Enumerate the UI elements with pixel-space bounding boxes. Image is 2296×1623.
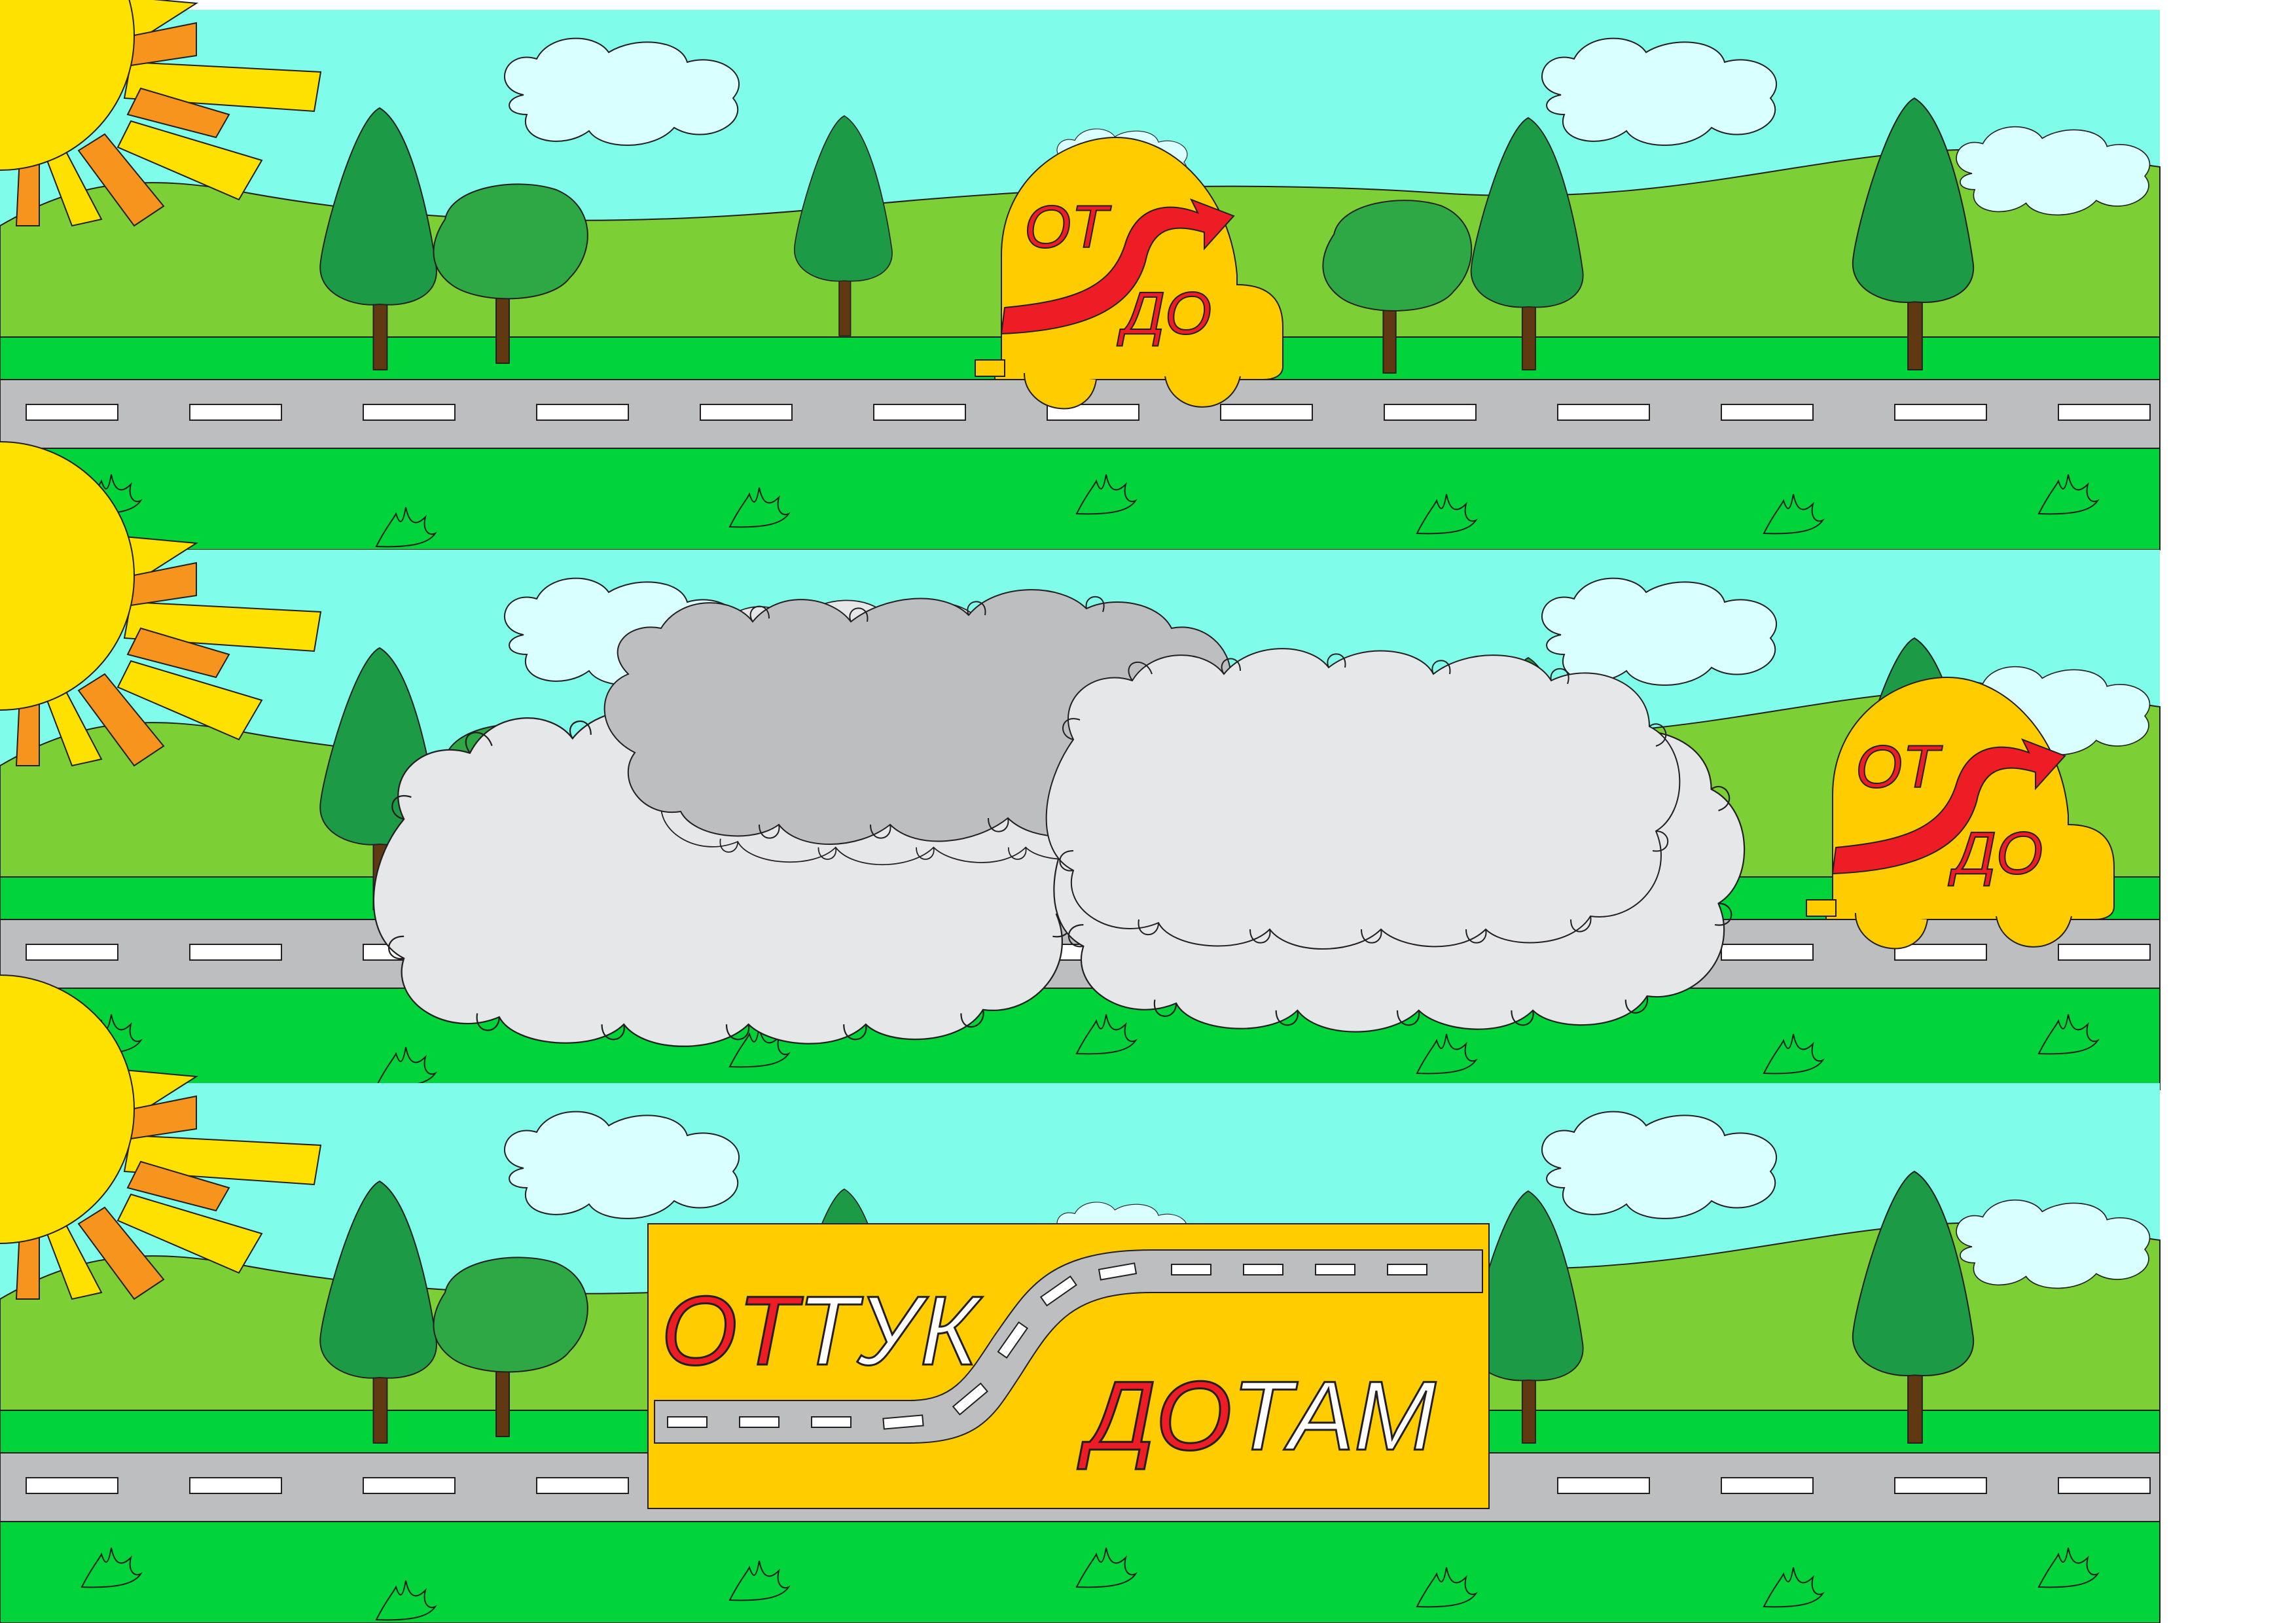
sign-to-red: ДО	[1077, 1361, 1232, 1471]
sign-from-rest: ТУК	[797, 1275, 983, 1385]
car-logo-from: ОТ	[1024, 194, 1112, 260]
sign-from-word: ОТТУК	[661, 1275, 983, 1385]
car-logo-from: ОТ	[1856, 734, 1943, 800]
sign-to-word: ДОТАМ	[1077, 1361, 1436, 1471]
illustration-canvas: ОТ ДО ОТ ДО ОТТУК ДОТАМ	[0, 0, 2296, 1623]
car-logo-to: ДО	[1948, 820, 2043, 887]
sign-logo: ОТТУК ДОТАМ	[647, 1223, 1490, 1509]
sign-from-red: ОТ	[661, 1275, 804, 1385]
panel-car-scene: ОТ ДО	[0, 0, 2160, 550]
sign-to-rest: ТАМ	[1232, 1361, 1436, 1471]
car-logo-to: ДО	[1117, 280, 1211, 347]
